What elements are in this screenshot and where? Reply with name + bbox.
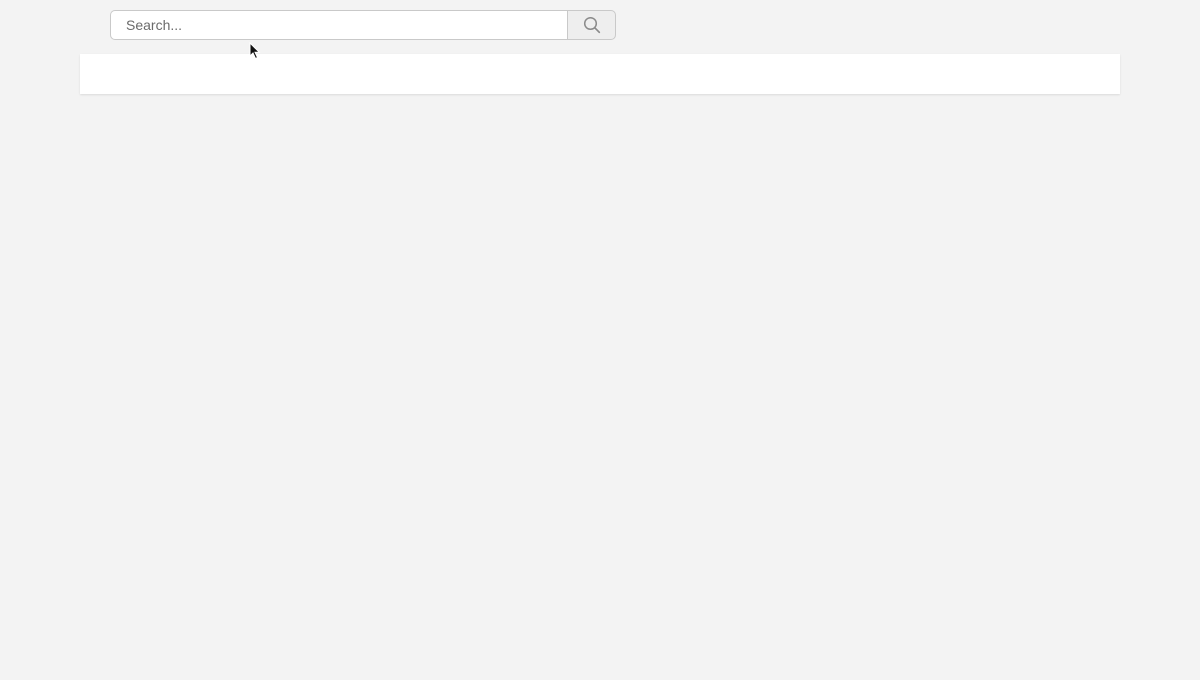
search-input[interactable] [110, 10, 567, 40]
content-panel [80, 54, 1120, 94]
search-bar [110, 10, 616, 40]
search-icon [583, 16, 601, 34]
search-button[interactable] [567, 10, 616, 40]
